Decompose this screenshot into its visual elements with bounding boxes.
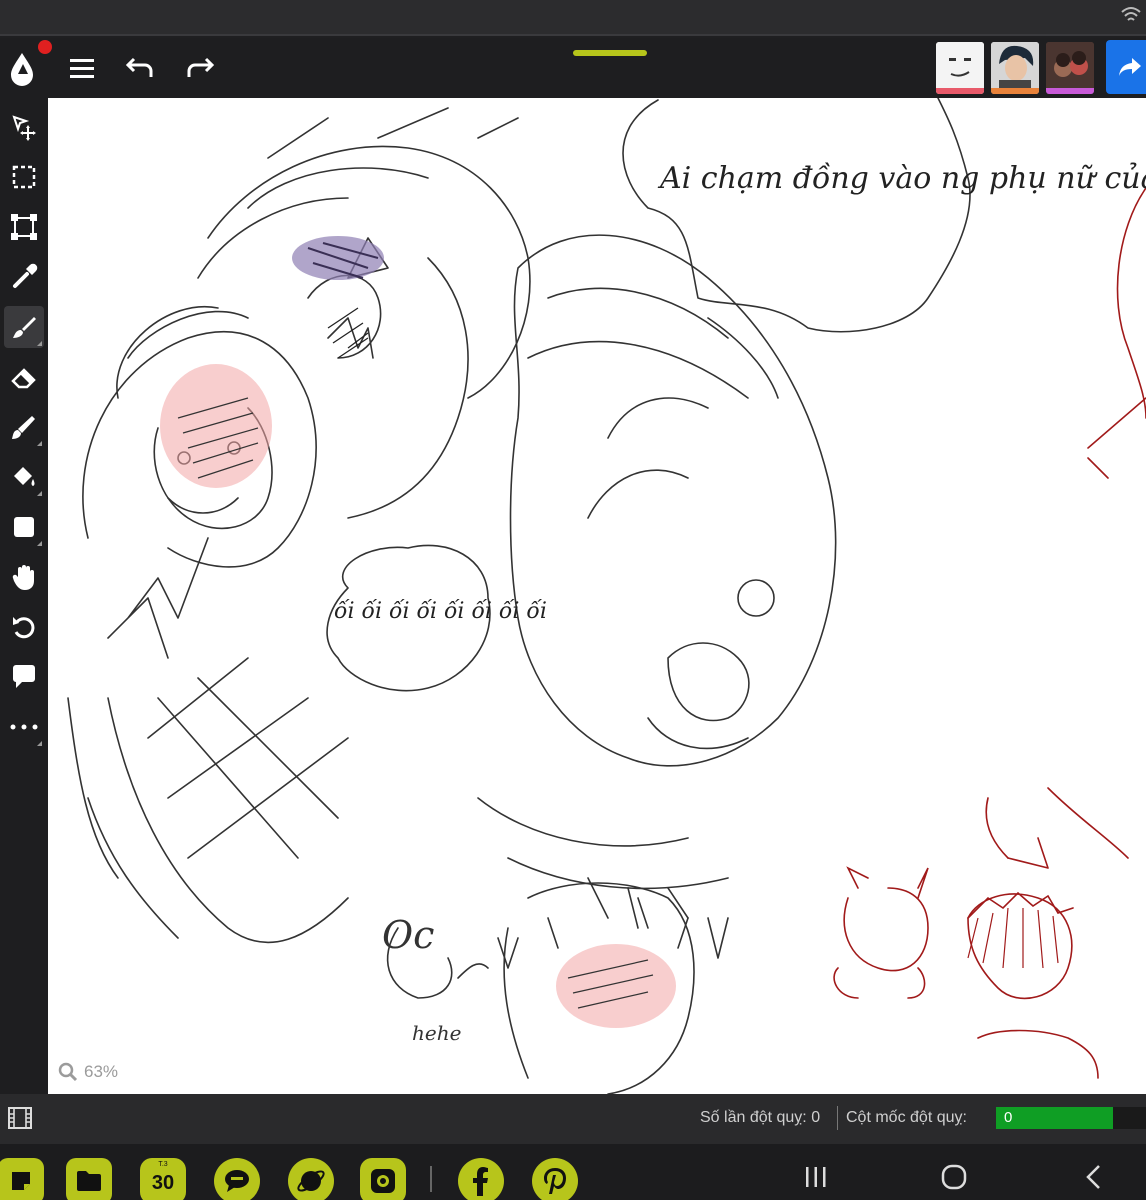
marquee-select-tool[interactable] — [4, 156, 44, 198]
transform-tool[interactable] — [4, 206, 44, 248]
camera-app[interactable] — [360, 1158, 406, 1200]
smudge-icon — [12, 416, 35, 439]
move-select-tool[interactable] — [4, 106, 44, 148]
files-app[interactable] — [66, 1158, 112, 1200]
stroke-count-label: Số lần đột quỵ: 0 — [700, 1109, 821, 1126]
share-button[interactable] — [1106, 40, 1146, 94]
rotate-view-tool[interactable] — [4, 606, 44, 648]
fill-bucket-tool[interactable] — [4, 456, 44, 498]
notes-app[interactable] — [0, 1158, 44, 1200]
shape-icon — [14, 517, 34, 537]
move-select-icon — [12, 115, 36, 141]
more-icon — [10, 724, 38, 730]
messages-icon — [225, 1170, 249, 1192]
eyedropper-icon — [13, 263, 38, 288]
collaborator-avatar-3[interactable] — [1046, 42, 1094, 94]
eraser-icon — [11, 368, 36, 389]
calendar-month: T.3 — [158, 1161, 168, 1168]
redo-icon[interactable] — [182, 50, 218, 86]
zoom-level: 63% — [84, 1062, 119, 1081]
home-button[interactable] — [934, 1162, 974, 1192]
drag-handle[interactable] — [573, 50, 647, 56]
scribble-hehe-text: hehe — [412, 1021, 461, 1045]
tool-sidebar — [0, 98, 48, 1094]
system-nav-bar: T.3 30 — [0, 1144, 1146, 1200]
smudge-tool[interactable] — [4, 406, 44, 448]
calendar-day: 30 — [151, 1172, 175, 1194]
collaborator-indicator — [936, 88, 984, 94]
brush-tool[interactable] — [4, 306, 44, 348]
milestone-label: Cột mốc đột quỵ: — [846, 1109, 967, 1126]
files-icon — [77, 1171, 101, 1191]
fill-bucket-icon — [14, 467, 35, 486]
messages-app[interactable] — [214, 1158, 260, 1200]
magnifier-icon — [58, 1062, 78, 1082]
milestone-progress-bar: 0 — [996, 1107, 1146, 1129]
notification-badge — [38, 40, 52, 54]
timeline-icon[interactable] — [6, 1104, 34, 1132]
recents-icon — [806, 1167, 826, 1187]
app-logo-icon[interactable] — [4, 50, 40, 86]
comment-icon — [13, 665, 35, 688]
browser-icon — [297, 1170, 325, 1192]
rotate-view-icon — [13, 617, 35, 639]
wifi-icon — [1121, 7, 1141, 21]
marquee-select-icon — [12, 165, 36, 189]
home-icon — [941, 1164, 967, 1190]
pinterest-app[interactable] — [532, 1158, 578, 1200]
speech-bubble-outline — [622, 98, 971, 333]
eyedropper-tool[interactable] — [4, 256, 44, 298]
camera-icon — [371, 1169, 395, 1193]
collaborator-avatar-1[interactable] — [936, 42, 984, 94]
hand-tool[interactable] — [4, 556, 44, 598]
recents-button[interactable] — [796, 1162, 836, 1192]
drawing-canvas[interactable]: Ai chạm đồng vào ng phụ nữ của tao! ối ố… — [48, 98, 1146, 1094]
menu-icon[interactable] — [64, 50, 100, 86]
pinterest-icon — [544, 1168, 566, 1194]
brush-icon — [13, 317, 36, 338]
shape-tool[interactable] — [4, 506, 44, 548]
info-divider — [837, 1106, 838, 1130]
undo-icon[interactable] — [122, 50, 158, 86]
comment-tool[interactable] — [4, 656, 44, 698]
share-icon — [1119, 58, 1141, 76]
collaborator-indicator — [1046, 88, 1094, 94]
milestone-progress-fill — [996, 1107, 1113, 1129]
browser-app[interactable] — [288, 1158, 334, 1200]
notes-icon — [12, 1172, 30, 1190]
info-bar: Số lần đột quỵ: 0 Cột mốc đột quỵ: 0 — [0, 1094, 1146, 1144]
back-icon — [1086, 1165, 1100, 1189]
milestone-value: 0 — [1004, 1109, 1013, 1126]
speech-bubble-2-text: ối ối ối ối ối ối ối ối — [334, 598, 547, 624]
facebook-app[interactable] — [458, 1158, 504, 1200]
back-button[interactable] — [1074, 1162, 1114, 1192]
dock-divider — [430, 1166, 432, 1192]
sketch-artwork: Ai chạm đồng vào ng phụ nữ của tao! ối ố… — [67, 98, 1146, 1094]
collaborator-indicator — [991, 88, 1039, 94]
scribble-oc-text: Oc — [382, 913, 434, 957]
eraser-tool[interactable] — [4, 356, 44, 398]
facebook-icon — [473, 1167, 488, 1196]
transform-icon — [11, 214, 37, 240]
speech-bubble-1-text: Ai chạm đồng vào ng phụ nữ của tao! — [657, 161, 1146, 196]
status-bar — [0, 0, 1146, 36]
hand-icon — [12, 565, 34, 590]
more-tools[interactable] — [4, 706, 44, 748]
calendar-app[interactable]: T.3 30 — [140, 1158, 186, 1200]
collaborator-avatar-2[interactable] — [991, 42, 1039, 94]
zoom-indicator[interactable]: 63% — [58, 1062, 118, 1082]
